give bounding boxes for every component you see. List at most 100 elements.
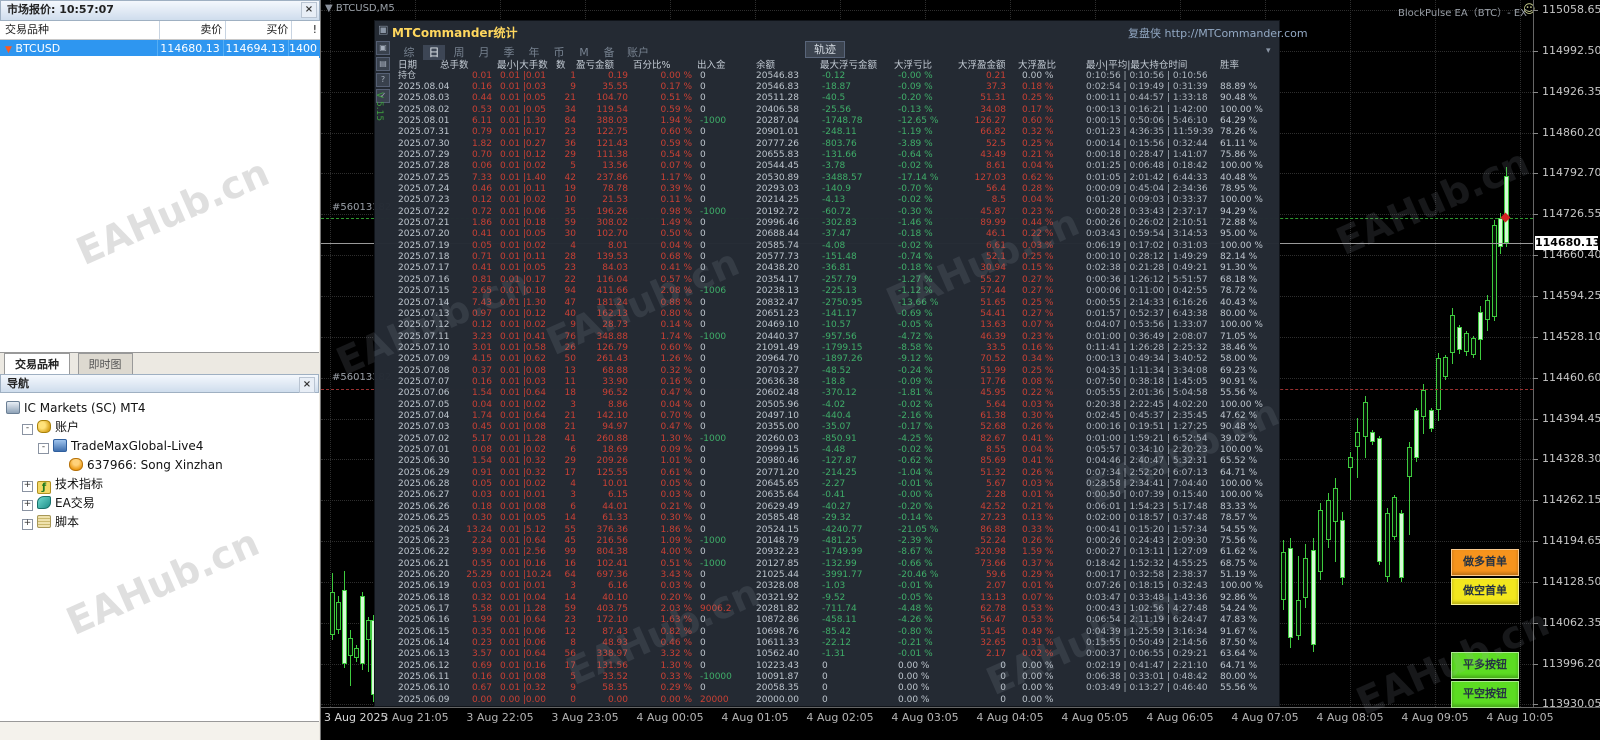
chevron-down-icon[interactable]: ▼ — [325, 3, 333, 14]
stats-row-date: 2025.07.30 — [398, 138, 450, 149]
stats-cell: 21 — [564, 422, 576, 433]
stats-cell: 63.64 % — [1220, 649, 1258, 660]
stats-cell: 2.03 % — [660, 603, 692, 614]
stats-cell: 20546.83 — [756, 81, 799, 92]
stats-cell: 3 — [570, 399, 576, 410]
stats-cell: -1.81 % — [898, 388, 933, 399]
stats-cell: 12 — [564, 626, 576, 637]
stats-cell: 0.60 % — [660, 342, 692, 353]
expand-icon[interactable]: + — [22, 481, 33, 492]
stats-cell: 0:00:14 | 0:15:56 | 0:32:44 — [1086, 138, 1208, 149]
stats-cell: 139.53 — [596, 252, 629, 263]
stats-cell: 0.50 % — [660, 229, 692, 240]
trade-button-做空首单[interactable]: 做空首单 — [1451, 578, 1519, 605]
stats-cell: 20635.64 — [756, 490, 799, 501]
sidebar-item-637966: Song Xinzhan[interactable]: 637966: Song Xinzhan — [6, 457, 223, 475]
stats-cell: 0 — [700, 411, 706, 421]
trade-button-平空按钮[interactable]: 平空按钮 — [1451, 681, 1519, 708]
time-tick-label: 3 Aug 22:05 — [466, 711, 534, 724]
stats-cell: 1.63 % — [660, 615, 692, 626]
stats-cell: 17.76 — [980, 376, 1006, 387]
stats-cell: -1.46 % — [898, 218, 933, 229]
market-watch-tabs: 交易品种 即时图 — [0, 352, 319, 374]
trade-button-做多首单[interactable]: 做多首单 — [1451, 549, 1519, 576]
stats-cell: 20585.48 — [756, 513, 799, 524]
market-watch-titlebar[interactable]: 市场报价: 10:57:07 × — [0, 0, 320, 21]
stats-cell: 20636.38 — [756, 376, 799, 387]
script-icon — [37, 515, 51, 528]
stats-cell: 8 — [570, 638, 576, 648]
time-tick-label: 4 Aug 07:05 — [1231, 711, 1299, 724]
stats-cell: 0:00:41 | 0:15:20 | 1:57:34 — [1086, 524, 1208, 535]
stats-cell: 0.88 % — [660, 297, 692, 308]
collapse-icon[interactable]: - — [38, 443, 49, 454]
bottom-splitter[interactable] — [0, 721, 319, 740]
stats-row-date: 2025.06.17 — [398, 603, 450, 614]
stats-cell: 0 — [700, 547, 706, 558]
sidebar-item-EA交易[interactable]: + EA交易 — [6, 495, 95, 513]
close-icon[interactable]: × — [299, 377, 315, 393]
stats-cell: 44.01 — [602, 501, 628, 512]
col-bid[interactable]: 卖价 — [160, 21, 227, 39]
stats-cell: 1.59 % — [1022, 547, 1054, 558]
expand-icon[interactable]: + — [22, 500, 33, 511]
sidebar-item-账户[interactable]: - 账户 — [6, 419, 79, 437]
stats-cell: 0.22 % — [1022, 229, 1054, 240]
stats-cell: 0 — [700, 263, 706, 274]
stats-cell: 0.03 % — [1022, 399, 1054, 410]
stats-row-date: 2025.07.24 — [398, 184, 450, 194]
navigator-titlebar[interactable]: 导航 × — [0, 374, 319, 393]
col-spread[interactable]: ! — [292, 21, 320, 39]
stats-cell: 0.23 % — [1022, 331, 1054, 342]
stats-row-date: 2025.06.26 — [398, 501, 450, 512]
stats-cell: 72.88 % — [1220, 218, 1258, 229]
stats-cell: 13.13 — [980, 592, 1006, 603]
stats-cell: 0:00:09 | 0:45:04 | 2:34:36 — [1086, 184, 1208, 194]
stats-cell: 338.97 — [596, 649, 629, 660]
stats-cell: 51.32 — [980, 467, 1006, 478]
trade-button-平多按钮[interactable]: 平多按钮 — [1451, 652, 1519, 679]
stats-cell: 71.05 % — [1220, 331, 1258, 342]
candle-body — [1450, 315, 1455, 353]
sidebar-item-脚本[interactable]: + 脚本 — [6, 514, 79, 532]
stats-cell: 0.25 % — [1022, 297, 1054, 308]
stats-cell: 0.01 % — [1022, 581, 1054, 592]
stats-cell: 0.00 % — [660, 70, 692, 81]
stats-cell: 0:00:55 | 2:14:33 | 6:16:26 — [1086, 297, 1208, 308]
stats-cell: -0.00 % — [898, 490, 933, 501]
tab-tick-chart[interactable]: 即时图 — [77, 353, 133, 374]
col-symbol[interactable]: 交易品种 — [0, 21, 161, 39]
stats-cell: 20832.47 — [756, 297, 799, 308]
stats-row-date: 2025.07.17 — [398, 263, 450, 274]
stats-cell: 3.01 — [471, 342, 492, 353]
sidebar-item-TradeMaxGlobal-Live4[interactable]: - TradeMaxGlobal-Live4 — [6, 438, 203, 456]
stats-cell: 85.69 — [980, 456, 1006, 467]
close-icon[interactable]: × — [301, 2, 317, 18]
stats-cell: 68.75 % — [1220, 558, 1258, 569]
stats-cell: 0.01 |0.03 — [500, 376, 546, 387]
stats-cell: 0.46 % — [660, 638, 692, 648]
stats-cell: 78.72 % — [1220, 286, 1258, 297]
sidebar-item-技术指标[interactable]: + ƒ 技术指标 — [6, 476, 103, 494]
col-ask[interactable]: 买价 — [226, 21, 293, 39]
stats-cell: 0:00:50 | 0:07:39 | 0:15:40 — [1086, 490, 1208, 501]
stats-cell: 13.56 — [602, 161, 628, 172]
stats-cell: 43.49 — [980, 149, 1006, 160]
sidebar-item-IC Markets (SC) MT4[interactable]: IC Markets (SC) MT4 — [6, 400, 146, 418]
tab-symbols[interactable]: 交易品种 — [4, 353, 70, 374]
stats-cell: 5.58 — [471, 603, 492, 614]
collapse-icon[interactable]: - — [22, 424, 33, 435]
stats-row-date: 2025.06.11 — [398, 672, 450, 683]
stats-cell: -132.99 — [822, 558, 857, 569]
stats-cell: 0.07 % — [660, 161, 692, 172]
price-tick-label: 113930.05 — [1542, 697, 1600, 711]
stats-cell: 4.15 — [471, 354, 492, 365]
stats-cell: 697.36 — [596, 569, 629, 580]
stats-cell: -214.25 — [822, 467, 857, 478]
expand-icon[interactable]: + — [22, 519, 33, 530]
stats-cell: 20651.23 — [756, 308, 799, 319]
stats-cell: 0 — [700, 399, 706, 410]
stats-cell: 0.07 % — [1022, 320, 1054, 331]
stats-cell: 100.00 % — [1220, 399, 1263, 410]
stats-cell: 0.16 % — [1022, 342, 1054, 353]
